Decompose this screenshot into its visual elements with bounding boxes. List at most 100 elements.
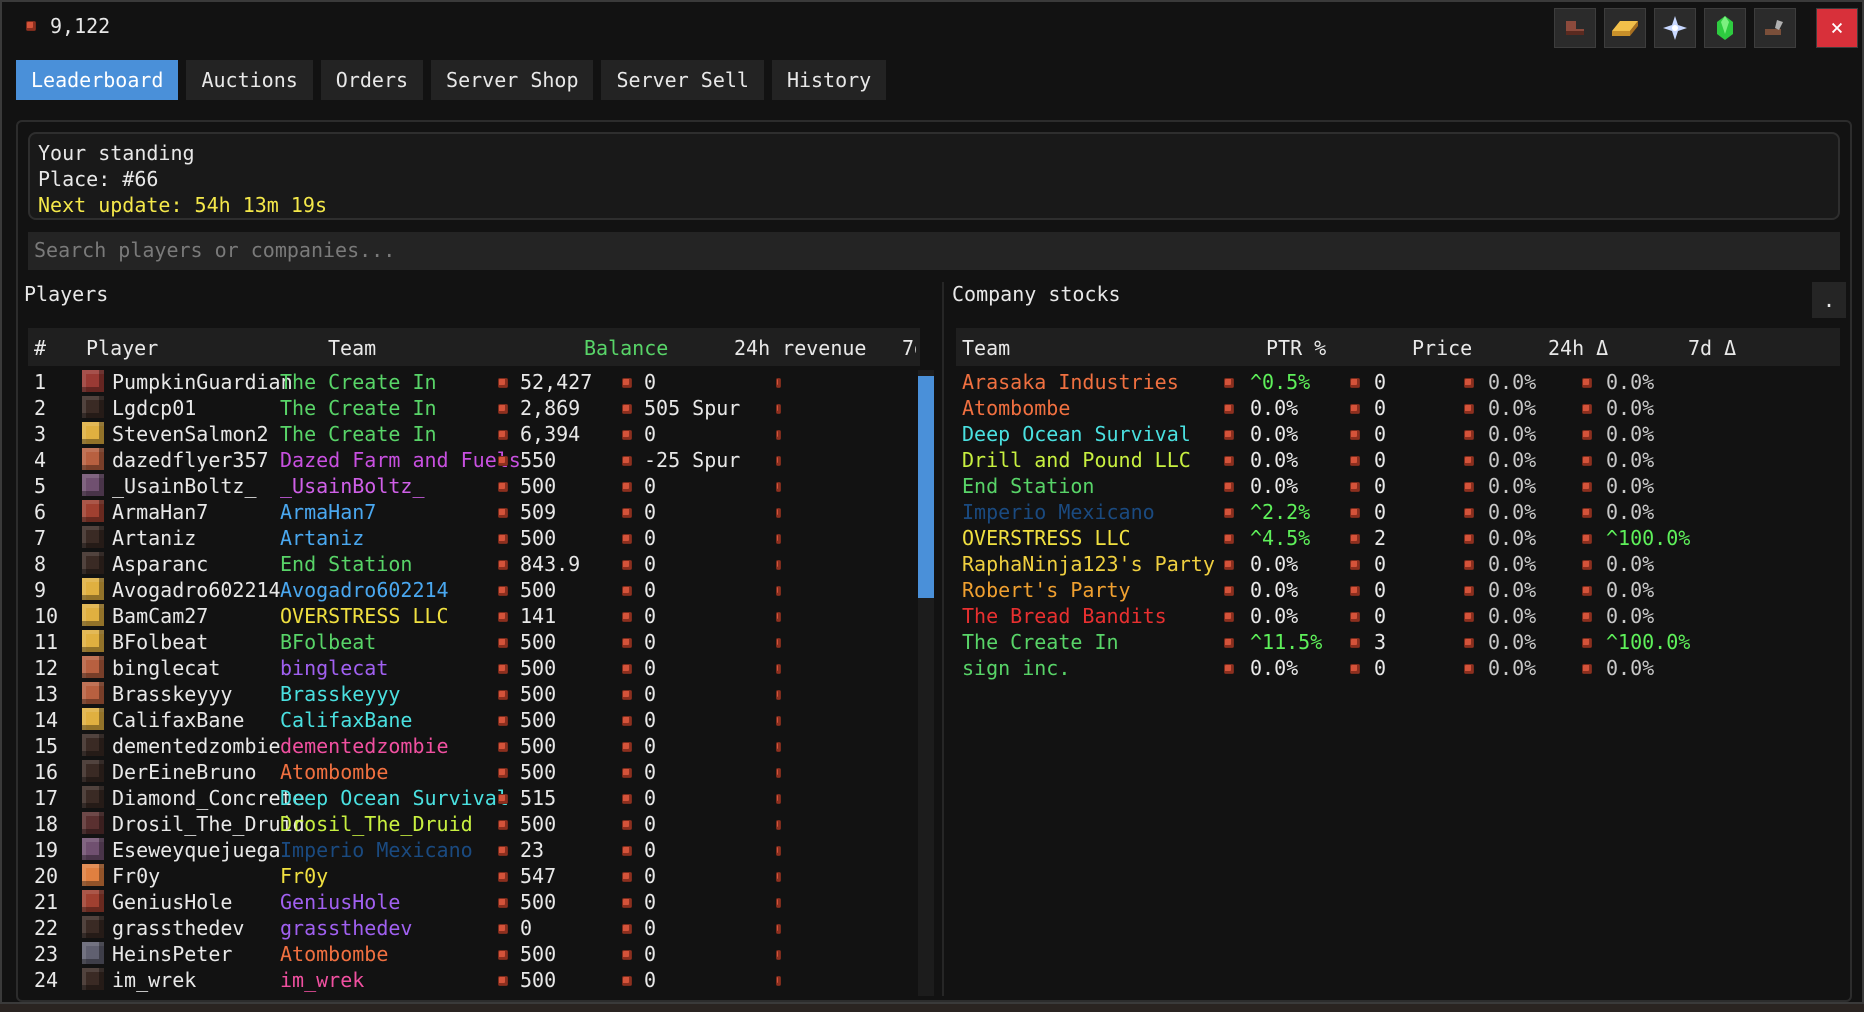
player-name[interactable]: Artaniz [112,526,196,550]
player-name[interactable]: CalifaxBane [112,708,244,732]
player-name[interactable]: DerEineBruno [112,760,257,784]
tab-server-sell[interactable]: Server Sell [601,60,764,100]
player-name[interactable]: Eseweyquejuega [112,838,281,862]
team-name[interactable]: grassthedev [280,916,412,940]
table-row[interactable]: Drill and Pound LLC 0.0% 0 0.0% 0.0% [956,448,1840,474]
emerald-icon[interactable] [1704,8,1746,48]
team-name[interactable]: im_wrek [280,968,364,992]
table-row[interactable]: 13 Brasskeyyy Brasskeyyy 500 0 [28,682,920,708]
team-name[interactable]: Atombombe [280,760,388,784]
tab-leaderboard[interactable]: Leaderboard [16,60,179,100]
col-24h-delta[interactable]: 24h Δ [1548,336,1608,360]
table-row[interactable]: 10 BamCam27 OVERSTRESS LLC 141 0 [28,604,920,630]
player-name[interactable]: binglecat [112,656,220,680]
company-name[interactable]: The Create In [962,630,1119,654]
company-menu-button[interactable]: . [1812,282,1846,318]
table-row[interactable]: 17 Diamond_Concrete Deep Ocean Survival 515… [28,786,920,812]
team-name[interactable]: ArmaHan7 [280,500,376,524]
team-name[interactable]: Fr0y [280,864,328,888]
table-row[interactable]: Arasaka Industries ^0.5% 0 0.0% 0.0% [956,370,1840,396]
col-balance[interactable]: Balance [584,336,668,360]
table-row[interactable]: 23 HeinsPeter Atombombe 500 0 [28,942,920,968]
company-name[interactable]: RaphaNinja123's Party [962,552,1215,576]
grindstone-icon[interactable] [1754,8,1796,48]
boot-icon[interactable] [1554,8,1596,48]
player-name[interactable]: BamCam27 [112,604,208,628]
team-name[interactable]: dementedzombie [280,734,449,758]
table-row[interactable]: End Station 0.0% 0 0.0% 0.0% [956,474,1840,500]
player-name[interactable]: Asparanc [112,552,208,576]
player-name[interactable]: Drosil_The_Druid [112,812,305,836]
table-row[interactable]: Deep Ocean Survival 0.0% 0 0.0% 0.0% [956,422,1840,448]
company-name[interactable]: sign inc. [962,656,1070,680]
tab-server-shop[interactable]: Server Shop [431,60,594,100]
col-price[interactable]: Price [1412,336,1472,360]
table-row[interactable]: 19 Eseweyquejuega Imperio Mexicano 23 0 [28,838,920,864]
table-row[interactable]: 8 Asparanc End Station 843.9 0 [28,552,920,578]
team-name[interactable]: Imperio Mexicano [280,838,473,862]
player-name[interactable]: Brasskeyyy [112,682,232,706]
player-name[interactable]: HeinsPeter [112,942,232,966]
tab-history[interactable]: History [771,60,887,100]
company-name[interactable]: The Bread Bandits [962,604,1167,628]
table-row[interactable]: Atombombe 0.0% 0 0.0% 0.0% [956,396,1840,422]
table-row[interactable]: 3 StevenSalmon2 The Create In 6,394 0 [28,422,920,448]
team-name[interactable]: The Create In [280,396,437,420]
table-row[interactable]: 2 Lgdcp01 The Create In 2,869 505 Spur [28,396,920,422]
team-name[interactable]: binglecat [280,656,388,680]
table-row[interactable]: OVERSTRESS LLC ^4.5% 2 0.0% ^100.0% [956,526,1840,552]
company-name[interactable]: Atombombe [962,396,1070,420]
table-row[interactable]: 18 Drosil_The_Druid Drosil_The_Druid 500 0 [28,812,920,838]
player-name[interactable]: dazedflyer357 [112,448,269,472]
players-scrollbar[interactable] [918,370,934,996]
player-name[interactable]: GeniusHole [112,890,232,914]
team-name[interactable]: Brasskeyyy [280,682,400,706]
table-row[interactable]: 11 BFolbeat BFolbeat 500 0 [28,630,920,656]
table-row[interactable]: 14 CalifaxBane CalifaxBane 500 0 [28,708,920,734]
player-name[interactable]: StevenSalmon2 [112,422,269,446]
team-name[interactable]: BFolbeat [280,630,376,654]
table-row[interactable]: 12 binglecat binglecat 500 0 [28,656,920,682]
table-row[interactable]: Imperio Mexicano ^2.2% 0 0.0% 0.0% [956,500,1840,526]
table-row[interactable]: 15 dementedzombie dementedzombie 500 0 [28,734,920,760]
table-row[interactable]: 5 _UsainBoltz_ _UsainBoltz_ 500 0 [28,474,920,500]
player-name[interactable]: dementedzombie [112,734,281,758]
team-name[interactable]: The Create In [280,422,437,446]
col-team[interactable]: Team [328,336,376,360]
player-name[interactable]: _UsainBoltz_ [112,474,257,498]
team-name[interactable]: Deep Ocean Survival [280,786,509,810]
tab-auctions[interactable]: Auctions [186,60,313,100]
player-name[interactable]: BFolbeat [112,630,208,654]
close-button[interactable]: × [1816,8,1858,48]
team-name[interactable]: Atombombe [280,942,388,966]
search-input[interactable]: Search players or companies... [28,232,1840,270]
team-name[interactable]: Drosil_The_Druid [280,812,473,836]
player-name[interactable]: im_wrek [112,968,196,992]
player-name[interactable]: Avogadro602214 [112,578,281,602]
team-name[interactable]: OVERSTRESS LLC [280,604,449,628]
company-name[interactable]: Drill and Pound LLC [962,448,1191,472]
table-row[interactable]: RaphaNinja123's Party 0.0% 0 0.0% 0.0% [956,552,1840,578]
table-row[interactable]: The Bread Bandits 0.0% 0 0.0% 0.0% [956,604,1840,630]
nether-star-icon[interactable] [1654,8,1696,48]
table-row[interactable]: 7 Artaniz Artaniz 500 0 [28,526,920,552]
company-name[interactable]: Deep Ocean Survival [962,422,1191,446]
player-name[interactable]: grassthedev [112,916,244,940]
company-name[interactable]: Imperio Mexicano [962,500,1155,524]
team-name[interactable]: Artaniz [280,526,364,550]
table-row[interactable]: 4 dazedflyer357 Dazed Farm and Fuels 550 -25… [28,448,920,474]
table-row[interactable]: 24 im_wrek im_wrek 500 0 [28,968,920,994]
team-name[interactable]: Avogadro602214 [280,578,449,602]
table-row[interactable]: 6 ArmaHan7 ArmaHan7 509 0 [28,500,920,526]
player-name[interactable]: ArmaHan7 [112,500,208,524]
team-name[interactable]: End Station [280,552,412,576]
col-company-team[interactable]: Team [962,336,1010,360]
table-row[interactable]: 22 grassthedev grassthedev 0 0 [28,916,920,942]
team-name[interactable]: The Create In [280,370,437,394]
col-24h-revenue[interactable]: 24h revenue [734,336,866,360]
tab-orders[interactable]: Orders [320,60,424,100]
company-name[interactable]: Arasaka Industries [962,370,1179,394]
table-row[interactable]: 20 Fr0y Fr0y 547 0 [28,864,920,890]
table-row[interactable]: 21 GeniusHole GeniusHole 500 0 [28,890,920,916]
table-row[interactable]: 9 Avogadro602214 Avogadro602214 500 0 [28,578,920,604]
